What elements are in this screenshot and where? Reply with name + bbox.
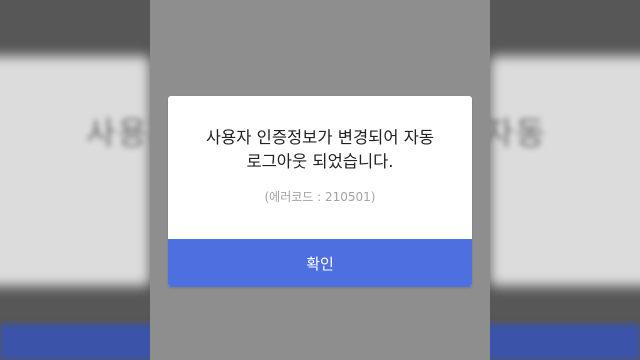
blurred-background-right: 자동 xyxy=(480,0,640,360)
blurred-dialog-left xyxy=(0,56,150,286)
confirm-button[interactable]: 확인 xyxy=(168,239,472,287)
blurred-text-right: 자동 xyxy=(484,114,547,152)
dialog-message-line1: 사용자 인증정보가 변경되어 자동 xyxy=(205,128,435,147)
logout-alert-dialog: 사용자 인증정보가 변경되어 자동 로그아웃 되었습니다. (에러코드 : 21… xyxy=(168,96,472,287)
error-code-text: (에러코드 : 210501) xyxy=(264,190,376,204)
phone-screen-overlay: 사용자 인증정보가 변경되어 자동 로그아웃 되었습니다. (에러코드 : 21… xyxy=(150,0,490,360)
blurred-bar-right xyxy=(480,324,640,360)
blurred-background-left: 사용자 xyxy=(0,0,160,360)
blurred-text-left: 사용자 xyxy=(86,114,160,152)
dialog-body: 사용자 인증정보가 변경되어 자동 로그아웃 되었습니다. (에러코드 : 21… xyxy=(168,96,472,239)
blurred-bar-left xyxy=(0,324,160,360)
blurred-dialog-right xyxy=(490,56,640,286)
dialog-message-line2: 로그아웃 되었습니다. xyxy=(246,152,394,171)
